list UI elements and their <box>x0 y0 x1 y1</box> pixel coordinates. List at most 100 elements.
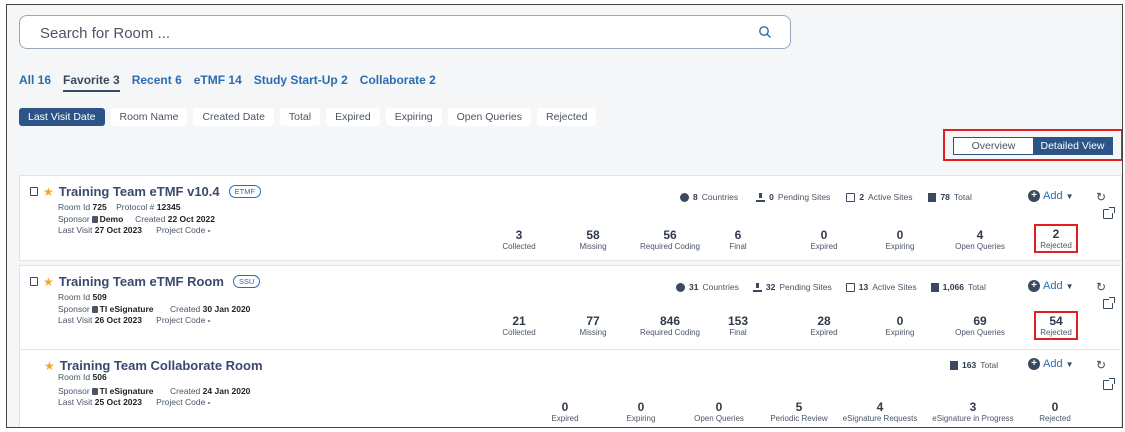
stat-open-queries[interactable]: 69 Open Queries <box>944 314 1016 337</box>
database-icon <box>91 388 98 395</box>
search-placeholder: Search for Room ... <box>40 25 171 42</box>
room-summary: 8 Countries 0 Pending Sites 2 Active Sit… <box>680 192 972 202</box>
stat-expired[interactable]: 28 Expired <box>794 314 854 337</box>
total-count: 78 Total <box>928 192 972 202</box>
stat-rejected[interactable]: 2 Rejected <box>1034 224 1078 253</box>
countries-count: 31 Countries <box>676 282 739 292</box>
database-icon <box>91 216 98 223</box>
last-visit-line: Last Visit 26 Oct 2023 Project Code - <box>58 315 211 325</box>
star-icon[interactable]: ★ <box>43 185 54 199</box>
stat-collected[interactable]: 3 Collected <box>494 228 544 251</box>
sponsor-line: Sponsor TI eSignature Created 30 Jan 2020 <box>58 304 251 314</box>
stat-expired[interactable]: 0 Expired <box>540 400 590 423</box>
caret-down-icon: ▼ <box>1065 191 1074 201</box>
sort-room-name[interactable]: Room Name <box>110 108 188 126</box>
tab-recent[interactable]: Recent 6 <box>132 73 182 92</box>
star-icon[interactable]: ★ <box>43 275 54 289</box>
stat-final[interactable]: 6 Final <box>718 228 758 251</box>
search-icon[interactable] <box>758 25 772 39</box>
stat-esignature-in-progress[interactable]: 3 eSignature in Progress <box>926 400 1020 423</box>
stat-missing[interactable]: 58 Missing <box>568 228 618 251</box>
room-id-line: Room Id 509 <box>58 292 107 302</box>
room-filter-tabs: All 16 Favorite 3 Recent 6 eTMF 14 Study… <box>19 73 436 92</box>
pending-sites-count: 0 Pending Sites <box>756 192 830 202</box>
active-sites-count: 13 Active Sites <box>845 282 917 292</box>
sites-icon <box>752 282 762 292</box>
plus-circle-icon: + <box>1028 190 1040 202</box>
star-icon[interactable]: ★ <box>44 359 55 373</box>
external-link-icon[interactable] <box>1103 207 1115 219</box>
file-icon <box>950 360 958 370</box>
room-card: ★ Training Team eTMF Room SSU Room Id 50… <box>19 265 1122 351</box>
sort-options: Last Visit Date Room Name Created Date T… <box>19 108 597 126</box>
view-toggle-highlight: Overview Detailed View <box>943 129 1122 161</box>
room-type-badge: ETMF <box>228 185 262 198</box>
sort-open-queries[interactable]: Open Queries <box>447 108 532 126</box>
copy-icon[interactable] <box>30 187 38 196</box>
add-button[interactable]: + Add ▼ <box>1028 190 1074 202</box>
room-summary: 163 Total <box>950 360 998 370</box>
stat-expiring[interactable]: 0 Expiring <box>616 400 666 423</box>
pending-sites-count: 32 Pending Sites <box>752 282 832 292</box>
room-title[interactable]: Training Team eTMF Room <box>59 274 224 289</box>
countries-count: 8 Countries <box>680 192 738 202</box>
refresh-icon[interactable]: ↻ <box>1096 358 1106 372</box>
refresh-icon[interactable]: ↻ <box>1096 190 1106 204</box>
total-count: 163 Total <box>950 360 998 370</box>
add-button[interactable]: + Add ▼ <box>1028 280 1074 292</box>
copy-icon[interactable] <box>30 277 38 286</box>
stat-expiring[interactable]: 0 Expiring <box>870 228 930 251</box>
last-visit-line: Last Visit 27 Oct 2023 Project Code - <box>58 225 211 235</box>
stat-open-queries[interactable]: 4 Open Queries <box>944 228 1016 251</box>
sort-last-visit-date[interactable]: Last Visit Date <box>19 108 105 126</box>
sponsor-line: Sponsor Demo Created 22 Oct 2022 <box>58 214 215 224</box>
external-link-icon[interactable] <box>1103 297 1115 309</box>
stat-final[interactable]: 153 Final <box>718 314 758 337</box>
stat-expired[interactable]: 0 Expired <box>794 228 854 251</box>
sort-rejected[interactable]: Rejected <box>537 108 597 126</box>
detailed-view-button[interactable]: Detailed View <box>1033 138 1112 154</box>
room-summary: 31 Countries 32 Pending Sites 13 Active … <box>676 282 986 292</box>
stat-missing[interactable]: 77 Missing <box>568 314 618 337</box>
tab-study-start-up[interactable]: Study Start-Up 2 <box>254 73 348 92</box>
tab-all[interactable]: All 16 <box>19 73 51 92</box>
tab-favorite[interactable]: Favorite 3 <box>63 73 120 92</box>
caret-down-icon: ▼ <box>1065 281 1074 291</box>
sort-expired[interactable]: Expired <box>326 108 380 126</box>
room-title[interactable]: Training Team eTMF v10.4 <box>59 184 220 199</box>
database-icon <box>91 306 98 313</box>
stat-required-coding[interactable]: 846 Required Coding <box>630 314 710 337</box>
caret-down-icon: ▼ <box>1065 359 1074 369</box>
stat-rejected[interactable]: 54 Rejected <box>1034 311 1078 340</box>
stat-open-queries[interactable]: 0 Open Queries <box>684 400 754 423</box>
last-visit-line: Last Visit 25 Oct 2023 Project Code - <box>58 397 211 407</box>
total-count: 1,066 Total <box>930 282 986 292</box>
plus-circle-icon: + <box>1028 358 1040 370</box>
sort-total[interactable]: Total <box>279 108 321 126</box>
stat-rejected[interactable]: 0 Rejected <box>1030 400 1080 423</box>
search-input[interactable]: Search for Room ... <box>19 15 791 49</box>
file-icon <box>928 192 937 202</box>
globe-icon <box>676 282 685 292</box>
tab-collaborate[interactable]: Collaborate 2 <box>360 73 436 92</box>
external-link-icon[interactable] <box>1103 378 1115 390</box>
sort-expiring[interactable]: Expiring <box>385 108 442 126</box>
add-button[interactable]: + Add ▼ <box>1028 358 1074 370</box>
room-card: ★ Training Team Collaborate Room Room Id… <box>19 349 1122 427</box>
room-id-line: Room Id 506 <box>58 372 107 382</box>
refresh-icon[interactable]: ↻ <box>1096 280 1106 294</box>
stat-expiring[interactable]: 0 Expiring <box>870 314 930 337</box>
tab-etmf[interactable]: eTMF 14 <box>194 73 242 92</box>
stat-esignature-requests[interactable]: 4 eSignature Requests <box>838 400 922 423</box>
room-title[interactable]: Training Team Collaborate Room <box>60 358 263 373</box>
rooms-panel: Search for Room ... All 16 Favorite 3 Re… <box>6 4 1123 428</box>
stat-collected[interactable]: 21 Collected <box>494 314 544 337</box>
stat-required-coding[interactable]: 56 Required Coding <box>630 228 710 251</box>
building-icon <box>845 282 855 292</box>
sponsor-line: Sponsor TI eSignature Created 24 Jan 2020 <box>58 386 251 396</box>
sort-created-date[interactable]: Created Date <box>193 108 274 126</box>
overview-button[interactable]: Overview <box>954 138 1033 154</box>
stat-periodic-review[interactable]: 5 Periodic Review <box>764 400 834 423</box>
room-type-badge: SSU <box>232 275 261 288</box>
sites-icon <box>756 192 766 202</box>
